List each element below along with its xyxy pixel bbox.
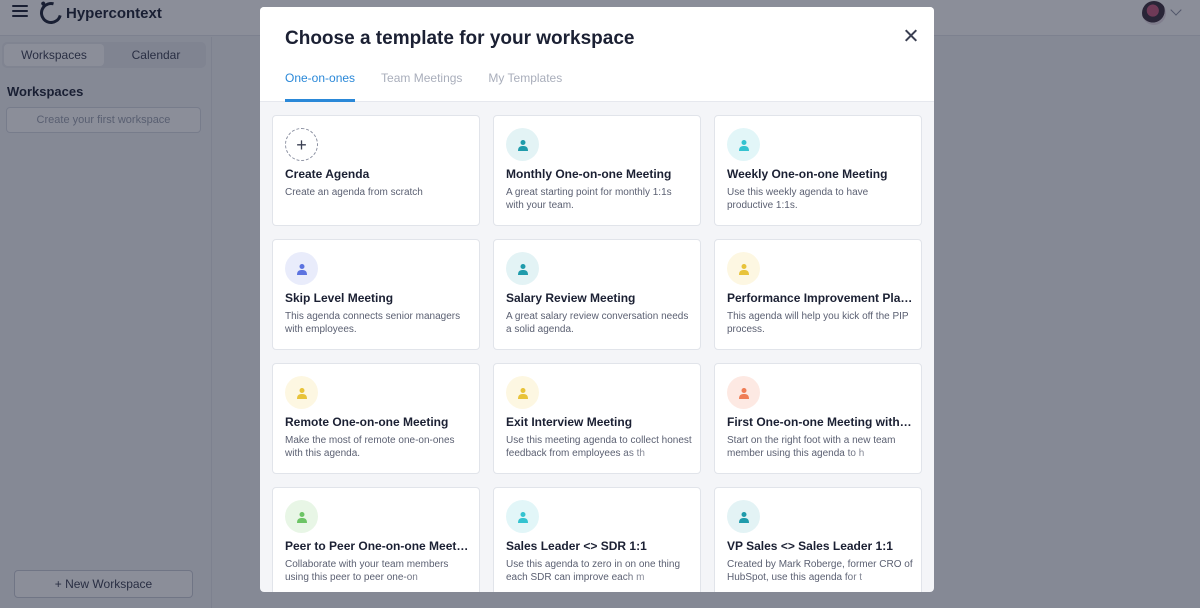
card-description: Create an agenda from scratch	[285, 187, 423, 198]
card-title: Performance Improvement Plan M...	[727, 291, 913, 305]
tab-my-templates[interactable]: My Templates	[488, 71, 562, 102]
person-icon	[727, 252, 760, 285]
card-title: Exit Interview Meeting	[506, 415, 633, 429]
template-card-weekly[interactable]: Weekly One-on-one Meeting Use this weekl…	[714, 115, 922, 226]
card-title: Peer to Peer One-on-one Meeting	[285, 539, 471, 553]
person-icon	[285, 376, 318, 409]
tab-one-on-ones[interactable]: One-on-ones	[285, 71, 356, 102]
card-title: VP Sales <> Sales Leader 1:1	[727, 539, 893, 553]
person-icon	[727, 376, 760, 409]
template-card-first-one-on-one[interactable]: First One-on-one Meeting with a N... Sta…	[714, 363, 922, 474]
card-description: Use this meeting agenda to collect hones…	[506, 435, 692, 460]
person-icon	[727, 128, 760, 161]
template-card-monthly[interactable]: Monthly One-on-one Meeting A great start…	[493, 115, 701, 226]
template-card-peer-to-peer[interactable]: Peer to Peer One-on-one Meeting Collabor…	[272, 487, 480, 592]
person-icon	[727, 500, 760, 533]
template-grid: + Create Agenda Create an agenda from sc…	[272, 115, 922, 592]
template-card-skip-level[interactable]: Skip Level Meeting This agenda connects …	[272, 239, 480, 350]
person-icon	[506, 252, 539, 285]
card-title: Create Agenda	[285, 167, 370, 181]
template-tabs: One-on-ones Team Meetings My Templates	[285, 71, 562, 102]
template-card-create-agenda[interactable]: + Create Agenda Create an agenda from sc…	[272, 115, 480, 226]
person-icon	[506, 128, 539, 161]
template-card-salary-review[interactable]: Salary Review Meeting A great salary rev…	[493, 239, 701, 350]
card-title: First One-on-one Meeting with a N...	[727, 415, 913, 429]
template-modal: Choose a template for your workspace One…	[260, 7, 934, 592]
card-description: Use this weekly agenda to have productiv…	[727, 187, 869, 211]
person-icon	[285, 252, 318, 285]
card-description: Use this agenda to zero in on one thing …	[506, 558, 692, 584]
card-description: Make the most of remote one-on-ones with…	[285, 435, 455, 459]
modal-title: Choose a template for your workspace	[285, 28, 635, 49]
card-description: Created by Mark Roberge, former CRO of H…	[727, 559, 913, 584]
card-description: Start on the right foot with a new team …	[727, 434, 913, 460]
person-icon	[506, 376, 539, 409]
card-description: A great starting point for monthly 1:1s …	[506, 187, 672, 211]
tab-team-meetings[interactable]: Team Meetings	[381, 71, 462, 102]
plus-icon: +	[285, 128, 318, 161]
card-title: Salary Review Meeting	[506, 291, 636, 305]
card-description: This agenda will help you kick off the P…	[727, 311, 909, 335]
template-card-sales-leader-sdr[interactable]: Sales Leader <> SDR 1:1 Use this agenda …	[493, 487, 701, 592]
modal-header: Choose a template for your workspace One…	[260, 7, 934, 102]
template-card-exit-interview[interactable]: Exit Interview Meeting Use this meeting …	[493, 363, 701, 474]
card-title: Skip Level Meeting	[285, 291, 394, 305]
close-icon[interactable]	[900, 25, 922, 47]
card-description: This agenda connects senior managers wit…	[285, 311, 461, 335]
card-title: Monthly One-on-one Meeting	[506, 167, 672, 181]
card-title: Weekly One-on-one Meeting	[727, 167, 888, 181]
card-description: A great salary review conversation needs…	[506, 311, 689, 335]
person-icon	[285, 500, 318, 533]
template-card-remote[interactable]: Remote One-on-one Meeting Make the most …	[272, 363, 480, 474]
person-icon	[506, 500, 539, 533]
card-description: Collaborate with your team members using…	[285, 558, 471, 584]
card-title: Remote One-on-one Meeting	[285, 415, 449, 429]
template-card-vp-sales[interactable]: VP Sales <> Sales Leader 1:1 Created by …	[714, 487, 922, 592]
template-card-pip[interactable]: Performance Improvement Plan M... This a…	[714, 239, 922, 350]
card-title: Sales Leader <> SDR 1:1	[506, 539, 647, 553]
